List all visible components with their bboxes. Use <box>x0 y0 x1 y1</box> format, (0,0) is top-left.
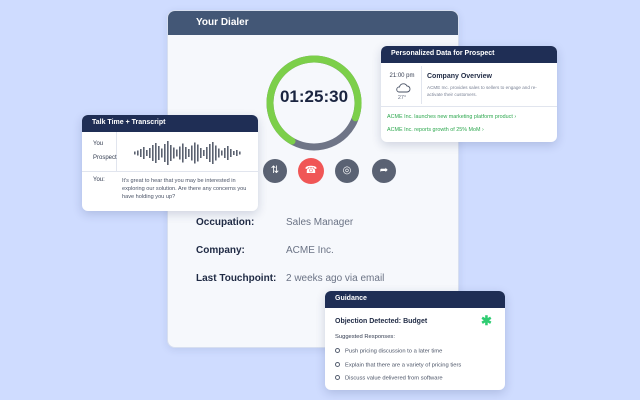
waveform-bar <box>230 149 232 157</box>
swap-button[interactable]: ⇅ <box>263 159 287 183</box>
response-option[interactable]: Explain that there are a variety of pric… <box>335 362 461 369</box>
transcript-title: Talk Time + Transcript <box>82 115 258 132</box>
divider <box>82 171 258 172</box>
waveform-bar <box>212 142 214 164</box>
response-text: Discuss value delivered from software <box>345 375 443 382</box>
waveform-bar <box>161 148 163 158</box>
call-timer: 01:25:30 <box>264 53 364 153</box>
company-value: ACME Inc. <box>286 245 334 256</box>
waveform-bar <box>221 150 223 156</box>
waveform-bar <box>170 145 172 161</box>
waveform-bar <box>209 144 211 162</box>
forward-button[interactable]: ➦ <box>372 159 396 183</box>
waveform-bar <box>224 148 226 158</box>
waveform-bar <box>197 144 199 162</box>
occupation-value: Sales Manager <box>286 217 354 228</box>
voicemail-icon: ◎ <box>342 165 352 176</box>
response-text: Explain that there are a variety of pric… <box>345 362 462 369</box>
company-overview-title: Company Overview <box>427 73 492 80</box>
waveform-bar <box>188 149 190 157</box>
divider <box>116 132 117 172</box>
prospect-data-card: Personalized Data for Prospect 21:00 pm … <box>381 46 557 142</box>
prospect-label: Prospect <box>93 155 117 161</box>
response-option[interactable]: Discuss value delivered from software <box>335 375 443 382</box>
waveform-bar <box>134 151 136 155</box>
divider <box>421 66 422 104</box>
news-link[interactable]: ACME Inc. launches new marketing platfor… <box>387 114 516 120</box>
radio-icon[interactable] <box>335 375 340 380</box>
forward-icon: ➦ <box>379 165 389 176</box>
end-call-icon: ☎ <box>304 165 318 176</box>
dialer-title: Your Dialer <box>168 11 458 35</box>
guidance-title: Guidance <box>325 291 505 308</box>
cloud-icon <box>396 83 411 93</box>
waveform-bar <box>239 151 241 155</box>
waveform-bar <box>137 150 139 156</box>
waveform-bar <box>146 150 148 156</box>
suggested-responses-label: Suggested Responses: <box>335 334 395 340</box>
company-overview-text: ACME Inc. provides sales to sellers to e… <box>427 85 537 97</box>
touchpoint-value: 2 weeks ago via email <box>286 273 385 284</box>
waveform-bar <box>185 147 187 159</box>
radio-icon[interactable] <box>335 362 340 367</box>
response-text: Push pricing discussion to a later time <box>345 348 443 355</box>
objection-title: Objection Detected: Budget <box>335 318 428 325</box>
waveform-bar <box>194 142 196 164</box>
waveform-bar <box>158 146 160 160</box>
waveform-bar <box>182 143 184 163</box>
waveform-bar <box>167 141 169 165</box>
touchpoint-label: Last Touchpoint: <box>196 273 277 284</box>
radio-icon[interactable] <box>335 348 340 353</box>
temperature: 27° <box>397 95 407 101</box>
local-time: 21:00 pm <box>389 73 415 79</box>
waveform-bar <box>179 146 181 160</box>
asterisk-icon: ✱ <box>481 313 492 328</box>
company-label: Company: <box>196 245 245 256</box>
waveform-bar <box>149 148 151 158</box>
call-controls: ⇅ ☎ ◎ ➦ <box>263 158 423 185</box>
waveform-bar <box>215 145 217 161</box>
voicemail-button[interactable]: ◎ <box>335 159 359 183</box>
divider <box>381 106 557 107</box>
you-label: You <box>93 141 104 147</box>
waveform-bar <box>191 145 193 161</box>
response-option[interactable]: Push pricing discussion to a later time <box>335 348 442 355</box>
speaker-label: You: <box>93 177 105 183</box>
waveform-bar <box>236 150 238 156</box>
prospect-data-title: Personalized Data for Prospect <box>381 46 557 63</box>
waveform-bar <box>143 147 145 159</box>
occupation-label: Occupation: <box>196 217 255 228</box>
timer-text: 01:25:30 <box>279 87 349 106</box>
waveform-bar <box>200 148 202 158</box>
waveform-bar <box>233 151 235 155</box>
waveform-bar <box>176 149 178 157</box>
news-link[interactable]: ACME Inc. reports growth of 25% MoM › <box>387 127 484 133</box>
waveform-bar <box>164 144 166 162</box>
waveform-bar <box>206 147 208 159</box>
keypad-swap-icon: ⇅ <box>270 165 280 176</box>
waveform-bar <box>152 145 154 161</box>
waveform-bar <box>173 147 175 159</box>
waveform-bar <box>155 143 157 163</box>
guidance-card: Guidance Objection Detected: Budget ✱ Su… <box>325 291 505 390</box>
transcript-card: Talk Time + Transcript You Prospect You:… <box>82 115 258 211</box>
waveform-bar <box>203 150 205 156</box>
audio-waveform <box>134 141 241 165</box>
waveform-bar <box>227 146 229 160</box>
waveform-bar <box>218 148 220 158</box>
transcript-message: It's great to hear that you may be inter… <box>122 178 247 200</box>
end-call-button[interactable]: ☎ <box>298 158 324 184</box>
waveform-bar <box>140 149 142 157</box>
